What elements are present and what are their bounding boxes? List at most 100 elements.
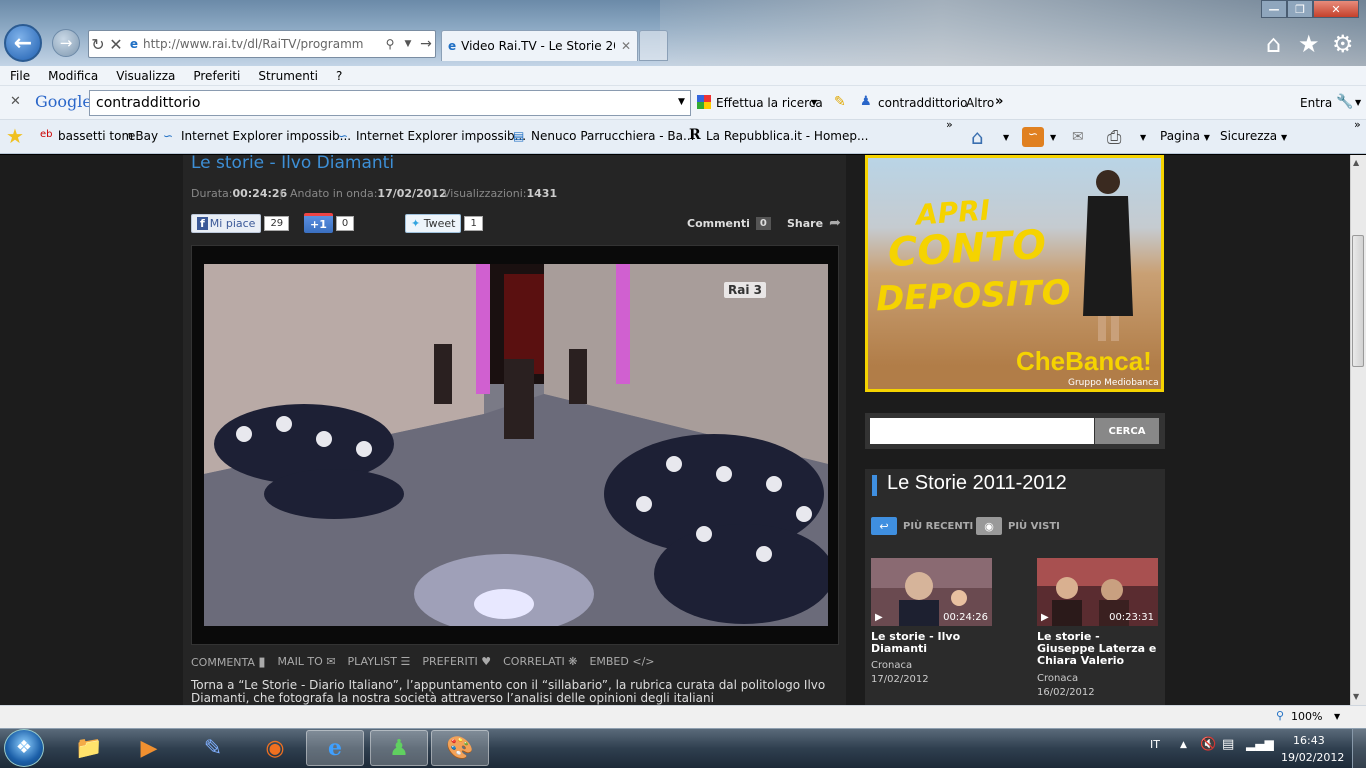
rss-icon[interactable]: ∽ [1022, 127, 1044, 147]
menu-modifica[interactable]: Modifica [38, 69, 106, 83]
playlist-action[interactable]: PLAYLIST ☰ [348, 655, 411, 670]
close-toolbar-icon[interactable]: ✕ [10, 94, 21, 109]
scroll-down-icon[interactable]: ▼ [1353, 692, 1359, 701]
wrench-dropdown-icon[interactable]: ▼ [1355, 98, 1361, 107]
home-dropdown-icon[interactable]: ▼ [1003, 133, 1009, 142]
search-icon[interactable]: ⚲ [381, 37, 399, 51]
signal-icon[interactable]: ▂▄▆ [1246, 737, 1274, 751]
google-plus-one[interactable]: +1 0 [304, 213, 355, 233]
favorites-star-icon[interactable]: ★ [6, 124, 24, 148]
playlist-item-title-2[interactable]: Le storie - Giuseppe Laterza e Chiara Va… [1037, 631, 1157, 667]
home-cmd-icon[interactable]: ⌂ [971, 125, 984, 149]
tab-rai-tv[interactable]: e Video Rai.TV - Le Storie 201... ✕ [441, 30, 638, 61]
show-desktop-button[interactable] [1352, 729, 1366, 768]
home-icon[interactable]: ⌂ [1266, 30, 1281, 58]
chebanca-ad[interactable]: APRI CONTO DEPOSITO CheBanca! Gruppo Med… [865, 155, 1164, 392]
playlist-thumb-1[interactable]: ▶ 00:24:26 [871, 558, 992, 626]
share-link[interactable]: Share ➦ [787, 213, 841, 233]
tweet[interactable]: ✦ Tweet 1 [405, 213, 483, 233]
search-button[interactable]: Effettua la ricerca [716, 96, 823, 110]
taskbar-explorer[interactable]: 📁 [60, 730, 118, 766]
tray-expand-icon[interactable]: ▲ [1180, 740, 1187, 750]
scroll-up-icon[interactable]: ▲ [1353, 158, 1359, 167]
menu-help[interactable]: ? [326, 69, 350, 83]
fav-repubblica[interactable]: La Repubblica.it - Homep... [706, 129, 868, 143]
address-url[interactable]: http://www.rai.tv/dl/RaiTV/programm [143, 37, 381, 51]
mailto-action[interactable]: MAIL TO ✉ [278, 655, 336, 670]
chevron-right-icon[interactable]: » [995, 94, 1003, 109]
video-frame[interactable]: Rai 3 [204, 264, 828, 626]
tab-most-viewed[interactable]: ◉ PIÙ VISTI [976, 517, 1060, 535]
search-button-dropdown-icon[interactable]: ▼ [811, 98, 817, 107]
signin-button[interactable]: Entra [1300, 96, 1332, 110]
tweet-button[interactable]: ✦ Tweet [405, 213, 462, 233]
new-tab-button[interactable] [639, 30, 668, 61]
fav-nenuco[interactable]: Nenuco Parrucchiera - Ba... [531, 129, 694, 143]
highlighter-icon[interactable]: ✎ [834, 94, 846, 110]
page-menu[interactable]: Pagina ▼ [1160, 129, 1210, 143]
close-window-button[interactable]: ✕ [1313, 0, 1359, 18]
tab-most-recent[interactable]: ↩ PIÙ RECENTI [871, 517, 973, 535]
print-icon[interactable]: ⎙ [1107, 127, 1121, 148]
facebook-like[interactable]: f Mi piace 29 [191, 213, 290, 233]
playlist-thumb-2[interactable]: ▶ 00:23:31 [1037, 558, 1158, 626]
favorites-star-icon[interactable]: ★ [1298, 30, 1320, 58]
clock-date[interactable]: 19/02/2012 [1281, 751, 1344, 764]
google-search-input[interactable]: contraddittorio [89, 90, 691, 116]
chevron-more-icon[interactable]: » [946, 118, 953, 131]
comments-link[interactable]: Commenti 0 [687, 213, 771, 233]
maximize-button[interactable]: ❐ [1287, 0, 1313, 18]
start-button[interactable]: ❖ [4, 729, 44, 767]
search-dropdown-icon[interactable]: ▼ [678, 97, 685, 107]
mail-icon[interactable]: ✉ [1072, 129, 1084, 145]
stop-icon[interactable]: ✕ [107, 35, 125, 54]
menu-strumenti[interactable]: Strumenti [248, 69, 326, 83]
security-menu[interactable]: Sicurezza ▼ [1220, 129, 1287, 143]
plus-one-button[interactable]: +1 [304, 213, 333, 233]
related-action[interactable]: CORRELATI ❋ [503, 655, 577, 670]
comment-action[interactable]: COMMENTA ▮ [191, 655, 266, 670]
zoom-dropdown-icon[interactable]: ▼ [1334, 712, 1340, 721]
refresh-icon[interactable]: ↻ [89, 35, 107, 54]
taskbar-firefox[interactable]: ◉ [246, 730, 304, 766]
menu-visualizza[interactable]: Visualizza [106, 69, 183, 83]
go-icon[interactable]: → [417, 36, 435, 52]
menu-preferiti[interactable]: Preferiti [183, 69, 248, 83]
cerca-button[interactable]: CERCA [1095, 418, 1159, 444]
volume-icon[interactable]: 🔇 [1200, 737, 1216, 752]
language-indicator[interactable]: IT [1150, 738, 1160, 751]
fav-ie-2[interactable]: Internet Explorer impossib... [356, 129, 526, 143]
gear-icon[interactable]: ⚙ [1332, 30, 1354, 58]
taskbar-app[interactable]: ✎ [184, 730, 242, 766]
print-dropdown-icon[interactable]: ▼ [1140, 133, 1146, 142]
taskbar-media-player[interactable]: ▶ [120, 730, 178, 766]
back-button[interactable]: ← [4, 24, 42, 62]
close-tab-icon[interactable]: ✕ [621, 39, 631, 53]
dropdown-icon[interactable]: ▼ [399, 39, 417, 49]
taskbar-internet-explorer[interactable]: e [306, 730, 364, 766]
forward-button[interactable]: → [52, 29, 80, 57]
menu-file[interactable]: File [0, 69, 38, 83]
sidebar-search-input[interactable] [870, 418, 1094, 444]
taskbar-paint[interactable]: 🎨 [431, 730, 489, 766]
minimize-button[interactable]: — [1261, 0, 1287, 18]
favorites-action[interactable]: PREFERITI ♥ [422, 655, 491, 670]
highlight-term[interactable]: contraddittorio [878, 96, 967, 110]
scrollbar-thumb[interactable] [1352, 235, 1364, 367]
like-button[interactable]: f Mi piace [191, 213, 262, 233]
clock-time[interactable]: 16:43 [1293, 734, 1325, 747]
network-icon[interactable]: ▤ [1222, 737, 1234, 752]
chevron-more-icon[interactable]: » [1354, 118, 1361, 131]
more-button[interactable]: Altro [966, 96, 994, 110]
fav-ie-1[interactable]: Internet Explorer impossib... [181, 129, 351, 143]
fav-ebay[interactable]: eBay [128, 129, 158, 143]
address-bar[interactable]: ↻ ✕ e http://www.rai.tv/dl/RaiTV/program… [88, 30, 436, 58]
zoom-level[interactable]: 100% [1291, 710, 1322, 723]
embed-action[interactable]: EMBED </> [589, 655, 654, 670]
video-title[interactable]: Le storie - Ilvo Diamanti [191, 153, 394, 173]
taskbar-messenger[interactable]: ♟ [370, 730, 428, 766]
playlist-item-title-1[interactable]: Le storie - Ilvo Diamanti [871, 631, 991, 655]
rss-dropdown-icon[interactable]: ▼ [1050, 133, 1056, 142]
zoom-icon[interactable]: ⚲ [1276, 709, 1284, 722]
wrench-icon[interactable]: 🔧 [1336, 94, 1353, 110]
